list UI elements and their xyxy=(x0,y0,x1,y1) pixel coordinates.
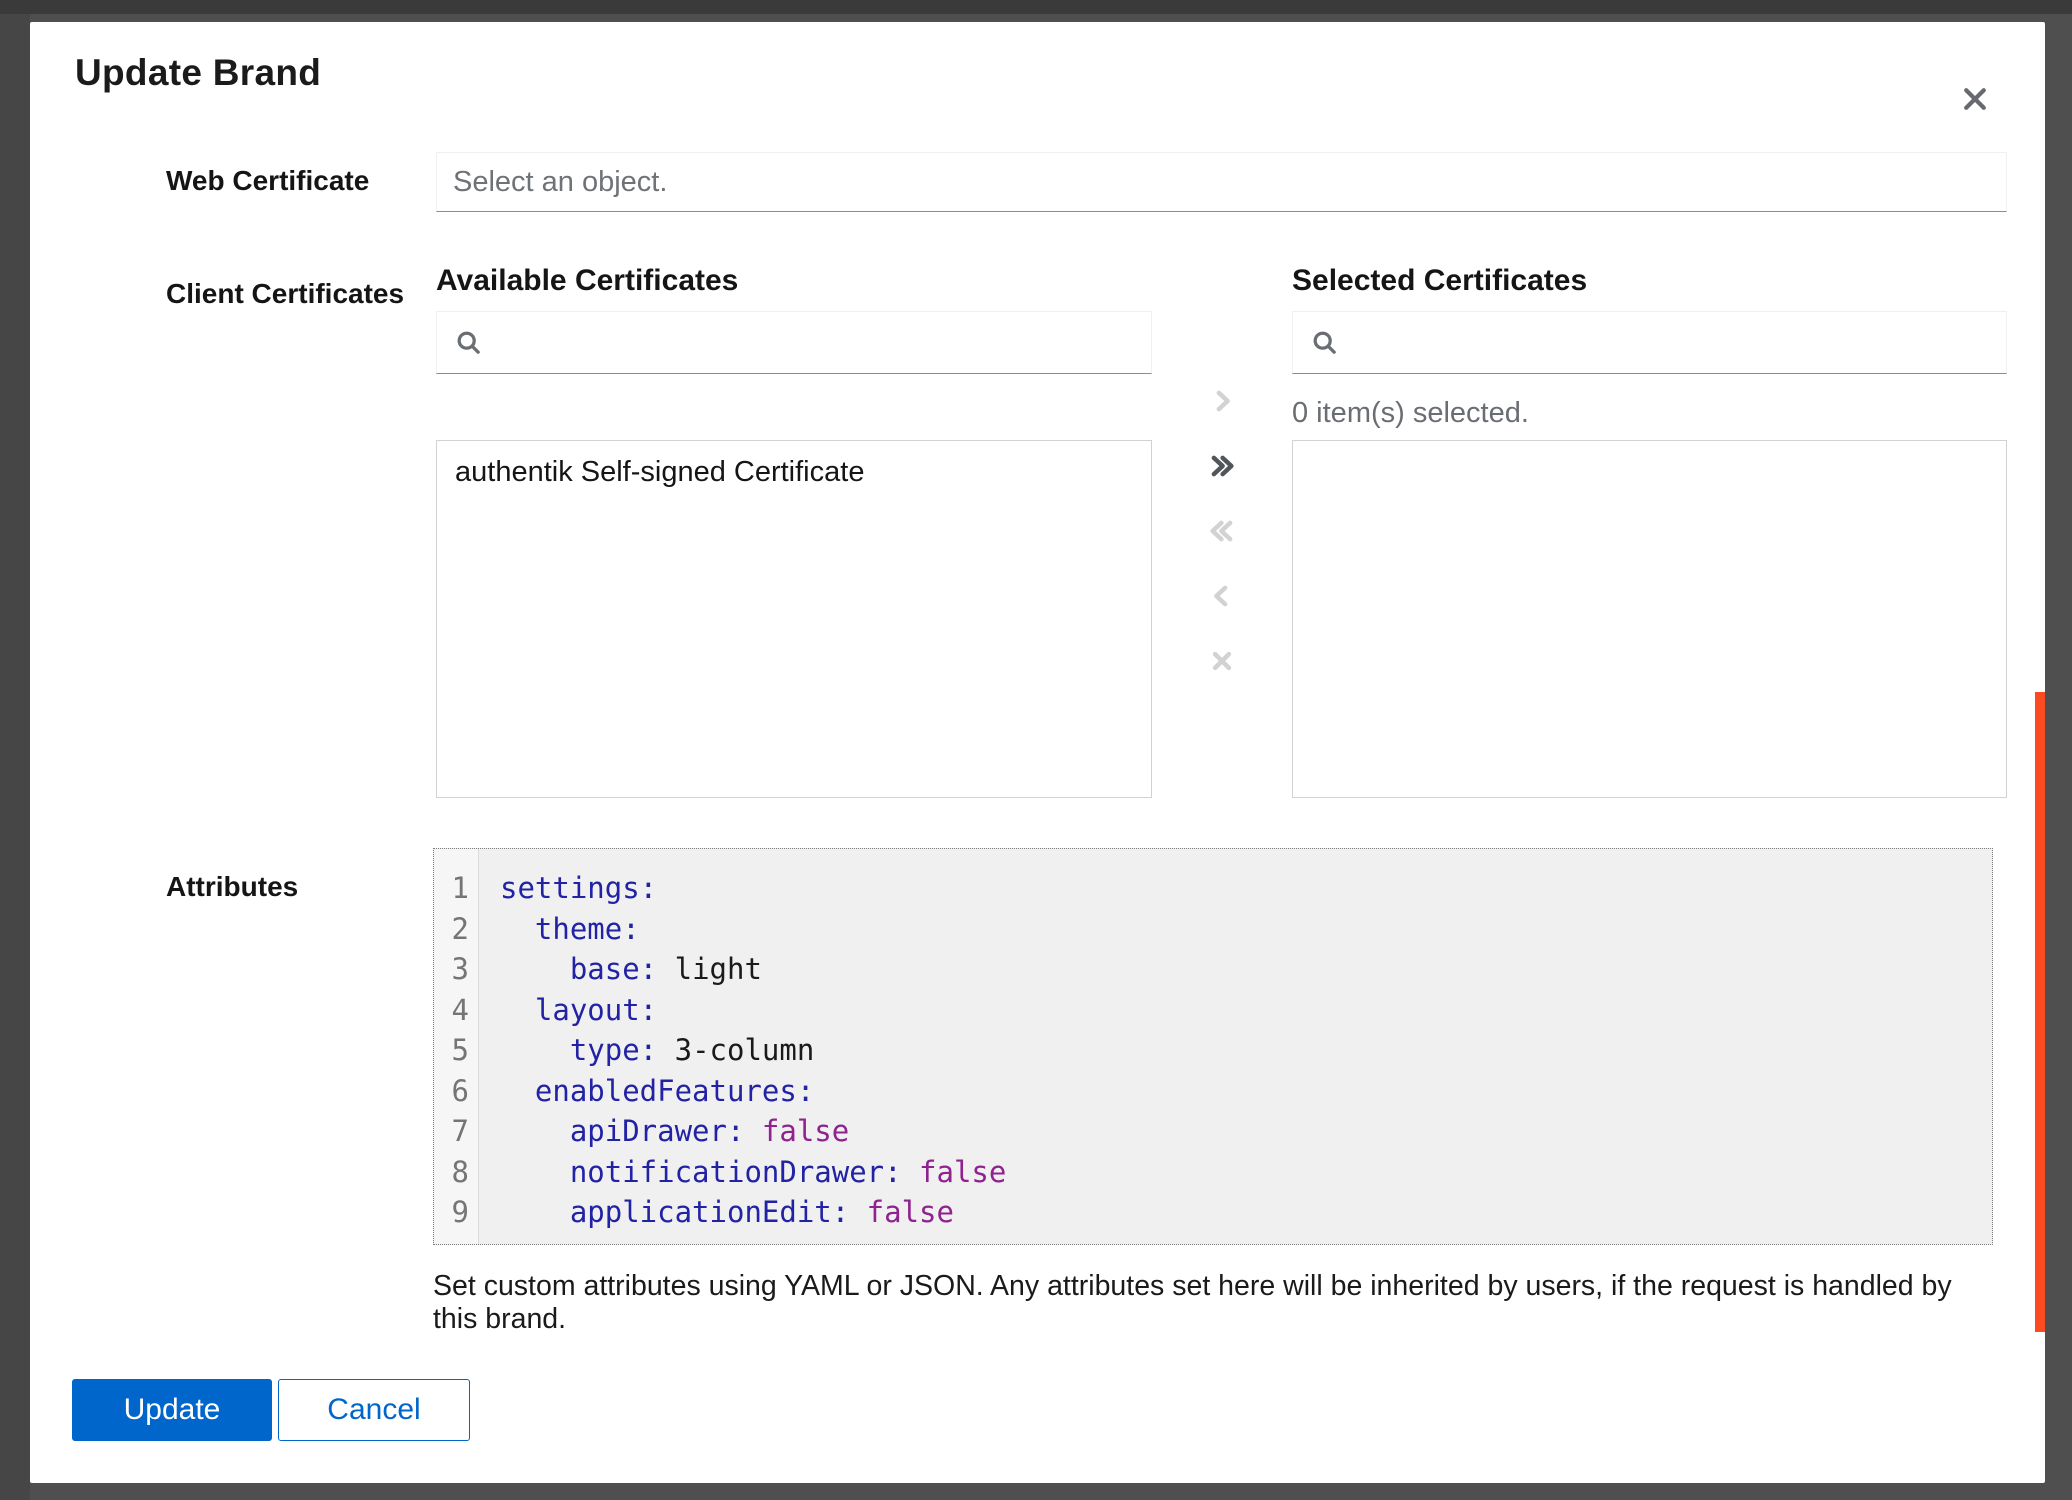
angle-double-left-icon xyxy=(1207,516,1237,546)
attributes-label: Attributes xyxy=(166,871,298,903)
available-certificates-heading: Available Certificates xyxy=(436,264,738,298)
angle-right-icon xyxy=(1207,386,1237,416)
page-backdrop-left xyxy=(0,14,30,1500)
code-line: 2 theme: xyxy=(434,909,1992,950)
scrollbar-thumb[interactable] xyxy=(2035,692,2045,1332)
available-certificates-search-input[interactable] xyxy=(497,311,1151,374)
selected-certificates-search-input[interactable] xyxy=(1353,311,2006,374)
code-line: 3 base: light xyxy=(434,949,1992,990)
code-line: 8 notificationDrawer: false xyxy=(434,1152,1992,1193)
attributes-help-text: Set custom attributes using YAML or JSON… xyxy=(433,1270,1999,1336)
search-icon xyxy=(454,328,483,357)
code-line: 5 type: 3-column xyxy=(434,1030,1992,1071)
code-editor-content: 1settings:2 theme:3 base: light4 layout:… xyxy=(434,868,1992,1233)
available-certificates-list: authentik Self-signed Certificate xyxy=(436,440,1152,798)
move-selected-to-left-button[interactable] xyxy=(1201,575,1243,617)
search-icon xyxy=(1310,328,1339,357)
angle-double-right-icon xyxy=(1207,451,1237,481)
code-line: 9 applicationEdit: false xyxy=(434,1192,1992,1233)
web-certificate-label: Web Certificate xyxy=(166,165,369,197)
transfer-controls xyxy=(1189,380,1255,682)
cancel-button[interactable]: Cancel xyxy=(278,1379,470,1441)
move-all-to-right-button[interactable] xyxy=(1201,445,1243,487)
code-line: 7 apiDrawer: false xyxy=(434,1111,1992,1152)
selected-certificates-list xyxy=(1292,440,2007,798)
code-line: 1settings: xyxy=(434,868,1992,909)
move-all-to-left-button[interactable] xyxy=(1201,510,1243,552)
page-backdrop-top xyxy=(0,0,2072,14)
selected-certificates-heading: Selected Certificates xyxy=(1292,264,1587,298)
update-button[interactable]: Update xyxy=(72,1379,272,1441)
certificate-item[interactable]: authentik Self-signed Certificate xyxy=(437,441,1151,504)
code-line: 4 layout: xyxy=(434,990,1992,1031)
clear-selection-button[interactable] xyxy=(1201,640,1243,682)
selected-count-status: 0 item(s) selected. xyxy=(1292,397,1529,430)
web-certificate-input[interactable] xyxy=(436,152,2007,212)
attributes-code-editor[interactable]: 1settings:2 theme:3 base: light4 layout:… xyxy=(433,848,1993,1245)
close-icon xyxy=(1960,84,1990,114)
code-line: 6 enabledFeatures: xyxy=(434,1071,1992,1112)
close-button[interactable] xyxy=(1945,69,2005,129)
update-brand-modal: Update Brand Web Certificate Client Cert… xyxy=(30,22,2045,1483)
move-selected-to-right-button[interactable] xyxy=(1201,380,1243,422)
client-certificates-label: Client Certificates xyxy=(166,278,404,310)
times-icon xyxy=(1207,646,1237,676)
selected-certificates-search xyxy=(1292,311,2007,374)
modal-title: Update Brand xyxy=(75,52,321,94)
angle-left-icon xyxy=(1207,581,1237,611)
available-certificates-search xyxy=(436,311,1152,374)
